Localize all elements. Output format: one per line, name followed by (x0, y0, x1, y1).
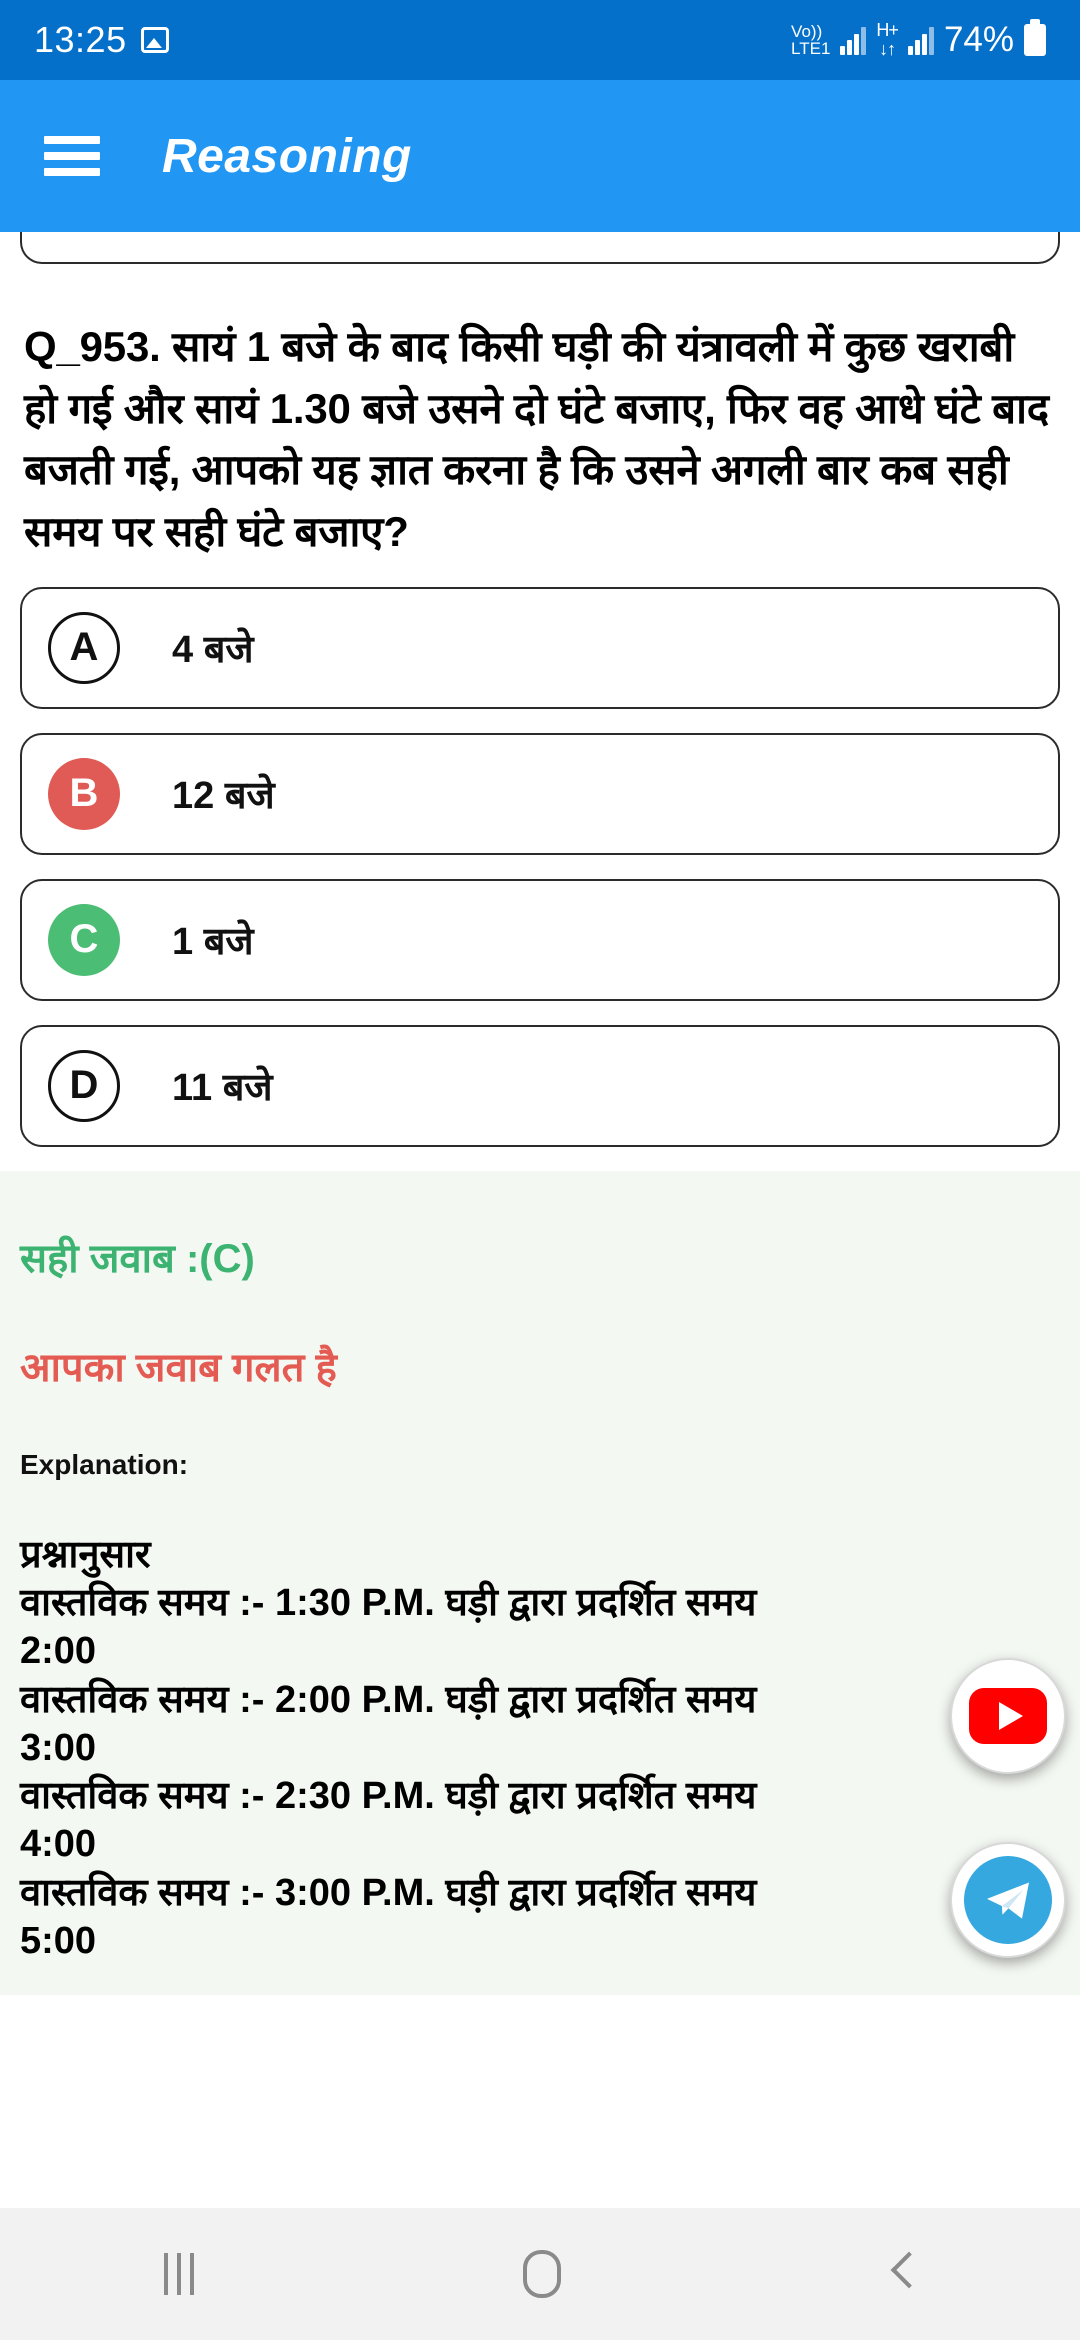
explanation-line: 4:00 (20, 1823, 97, 1866)
question-text: Q_953. सायं 1 बजे के बाद किसी घड़ी की यं… (24, 323, 1049, 556)
status-clock: 13:25 (34, 19, 127, 60)
volte-indicator: Vo)) LTE1 (791, 23, 830, 57)
explanation-body: प्रश्नानुसार वास्तविक समय :- 1:30 P.M. घ… (20, 1531, 1060, 1965)
telegram-fab[interactable] (950, 1842, 1066, 1958)
scroll-content[interactable]: Q_953. सायं 1 बजे के बाद किसी घड़ी की यं… (0, 232, 1080, 2208)
volte-bottom-label: LTE1 (791, 39, 831, 58)
option-c[interactable]: C 1 बजे (20, 878, 1060, 1001)
data-arrows-icon: ↓↑ (879, 39, 896, 59)
option-a-badge: A (48, 611, 120, 684)
option-a-label: 4 बजे (172, 628, 254, 671)
option-d-label: 11 बजे (172, 1066, 273, 1109)
option-b[interactable]: B 12 बजे (20, 732, 1060, 855)
explanation-line: वास्तविक समय :- 2:00 P.M. घड़ी द्वारा प्… (20, 1678, 757, 1721)
options-list: A 4 बजे B 12 बजे C 1 बजे D 11 बजे (0, 563, 1080, 1147)
explanation-line: 3:00 (20, 1726, 97, 1769)
explanation-line: 2:00 (20, 1630, 97, 1673)
explanation-line: प्रश्नानुसार (20, 1533, 151, 1576)
option-b-badge: B (48, 757, 120, 830)
option-a[interactable]: A 4 बजे (20, 586, 1060, 709)
explanation-panel: सही जवाब :(C) आपका जवाब गलत है Explanati… (0, 1170, 1080, 1996)
recents-icon[interactable] (164, 2253, 195, 2295)
signal-bars-icon-1 (840, 25, 867, 55)
page-title: Reasoning (162, 129, 412, 183)
explanation-line: वास्तविक समय :- 2:30 P.M. घड़ी द्वारा प्… (20, 1775, 757, 1818)
option-d[interactable]: D 11 बजे (20, 1024, 1060, 1147)
option-b-label: 12 बजे (172, 774, 275, 817)
user-result-label: आपका जवाब गलत है (20, 1345, 337, 1390)
youtube-icon (969, 1688, 1047, 1744)
battery-percent-label: 74% (943, 20, 1014, 59)
explanation-line: 5:00 (20, 1919, 97, 1962)
telegram-icon (964, 1856, 1052, 1944)
network-type-label: H+ (876, 20, 898, 41)
explanation-label: Explanation: (20, 1448, 189, 1480)
option-c-label: 1 बजे (172, 920, 254, 963)
option-d-badge: D (48, 1049, 120, 1122)
app-bar: Reasoning (0, 80, 1080, 232)
battery-icon (1024, 24, 1046, 56)
explanation-line: वास्तविक समय :- 3:00 P.M. घड़ी द्वारा प्… (20, 1871, 757, 1914)
status-bar-left: 13:25 (34, 19, 169, 61)
option-c-badge: C (48, 903, 120, 976)
explanation-line: वास्तविक समय :- 1:30 P.M. घड़ी द्वारा प्… (20, 1582, 757, 1625)
system-nav-bar (0, 2208, 1080, 2340)
phone-screen: 13:25 Vo)) LTE1 H+ ↓↑ 74% Reasoning Q_95… (0, 0, 1080, 2340)
image-icon (140, 27, 169, 53)
status-bar: 13:25 Vo)) LTE1 H+ ↓↑ 74% (0, 0, 1080, 80)
network-type-indicator: H+ ↓↑ (876, 21, 898, 59)
correct-answer-label: सही जवाब :(C) (20, 1236, 255, 1281)
back-icon[interactable] (890, 2253, 916, 2295)
youtube-fab[interactable] (950, 1658, 1066, 1774)
volte-top-label: Vo)) (791, 22, 823, 41)
hamburger-menu-icon[interactable] (44, 136, 100, 176)
status-bar-right: Vo)) LTE1 H+ ↓↑ 74% (791, 20, 1046, 60)
signal-bars-icon-2 (907, 25, 934, 55)
home-icon[interactable] (522, 2250, 561, 2298)
previous-question-card-peek (20, 232, 1060, 264)
